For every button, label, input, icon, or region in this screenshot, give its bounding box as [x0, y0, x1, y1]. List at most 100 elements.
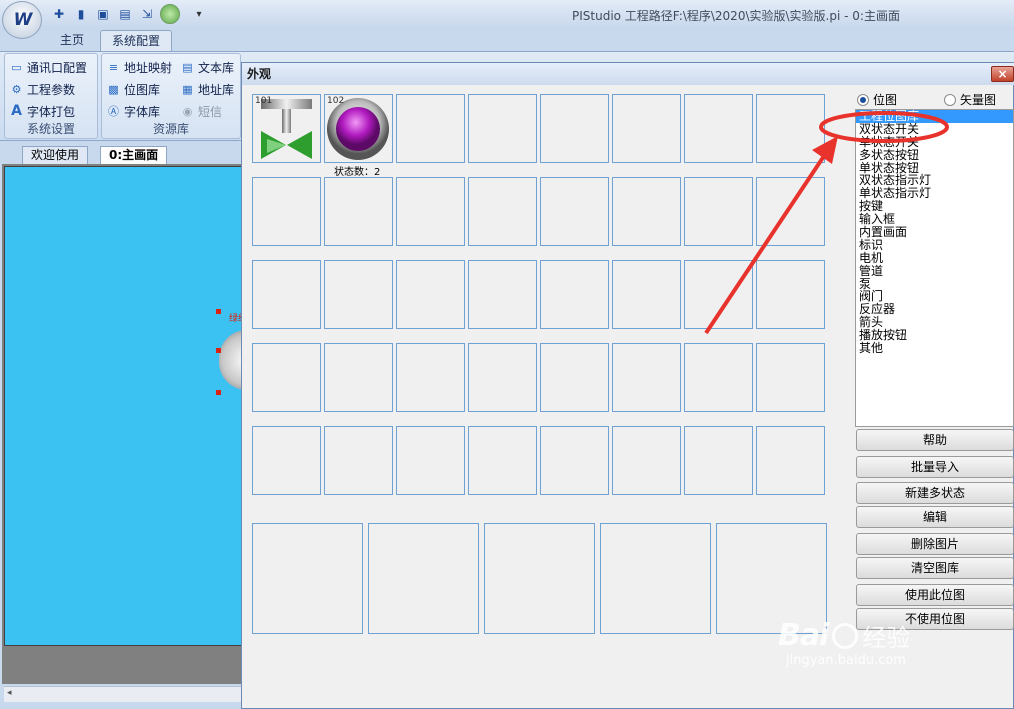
bitmap-cell[interactable] [396, 260, 465, 329]
bitmap-cell[interactable] [684, 177, 753, 246]
doc-tab-welcome[interactable]: 欢迎使用 [22, 146, 89, 164]
canvas-horizontal-scrollbar[interactable] [4, 686, 245, 702]
font-pack-button[interactable]: A 字体打包 [9, 101, 87, 121]
new-icon[interactable]: ✚ [50, 5, 68, 23]
bitmap-cell-large[interactable] [252, 523, 363, 634]
selection-handle[interactable] [216, 309, 221, 314]
bitmap-cell[interactable]: 101 [252, 94, 321, 163]
bitmap-cell[interactable] [468, 177, 537, 246]
open-icon[interactable]: ▮ [72, 5, 90, 23]
list-item[interactable]: 电机 [856, 252, 1013, 265]
clear-library-button[interactable]: 清空图库 [856, 557, 1014, 579]
bitmap-cell[interactable] [468, 343, 537, 412]
text-library-button[interactable]: ▤ 文本库 [180, 57, 234, 77]
bitmap-cell-large[interactable] [368, 523, 479, 634]
bitmap-cell[interactable] [396, 343, 465, 412]
design-canvas[interactable] [4, 166, 245, 646]
save-icon[interactable]: ▣ [94, 5, 112, 23]
selection-handle[interactable] [216, 390, 221, 395]
scroll-left-icon[interactable]: ◂ [7, 688, 12, 698]
bitmap-cell-large[interactable] [600, 523, 711, 634]
bitmap-cell[interactable] [396, 426, 465, 495]
bitmap-cell[interactable] [756, 426, 825, 495]
bitmap-cell[interactable] [540, 177, 609, 246]
bitmap-cell[interactable] [756, 177, 825, 246]
radio-bitmap[interactable]: 位图 [857, 91, 897, 108]
batch-import-button[interactable]: 批量导入 [856, 456, 1014, 478]
bitmap-cell-large[interactable] [484, 523, 595, 634]
bitmap-cell[interactable] [684, 94, 753, 163]
edit-button[interactable]: 编辑 [856, 506, 1014, 528]
address-map-icon: ≡ [108, 60, 119, 74]
font-library-button[interactable]: Ⓐ 字体库 [106, 101, 172, 121]
bitmap-cell[interactable] [540, 260, 609, 329]
bitmap-cell[interactable] [612, 260, 681, 329]
bitmap-cell[interactable] [684, 260, 753, 329]
list-item[interactable]: 内置画面 [856, 226, 1013, 239]
bitmap-cell[interactable] [324, 343, 393, 412]
list-item[interactable]: 管道 [856, 265, 1013, 278]
address-library-button[interactable]: ▦ 地址库 [180, 79, 234, 99]
bitmap-cell[interactable] [324, 426, 393, 495]
customize-toolbar-icon[interactable]: ▾ [190, 5, 208, 23]
bitmap-cell[interactable] [252, 260, 321, 329]
save-as-icon[interactable]: ▤ [116, 5, 134, 23]
help-button[interactable]: 帮助 [856, 429, 1014, 451]
bitmap-cell[interactable] [540, 94, 609, 163]
bitmap-cell[interactable] [468, 426, 537, 495]
bitmap-cell[interactable] [252, 343, 321, 412]
bitmap-cell[interactable] [540, 343, 609, 412]
tab-system-config[interactable]: 系统配置 [100, 30, 172, 52]
list-item[interactable]: 标识 [856, 239, 1013, 252]
project-params-button[interactable]: ⚙ 工程参数 [9, 79, 87, 99]
selection-handle[interactable] [216, 348, 221, 353]
doc-tab-main-screen[interactable]: 0:主画面 [100, 146, 168, 164]
bitmap-cell[interactable] [684, 426, 753, 495]
bitmap-cell[interactable] [396, 177, 465, 246]
baidu-watermark: Bai 经验 jingyan.baidu.com [778, 618, 910, 668]
bitmap-cell[interactable] [684, 343, 753, 412]
tab-home[interactable]: 主页 [44, 30, 100, 52]
new-multistate-button[interactable]: 新建多状态 [856, 482, 1014, 504]
bitmap-cell[interactable] [756, 343, 825, 412]
download-icon[interactable]: ⇲ [138, 5, 156, 23]
bitmap-cell[interactable] [612, 343, 681, 412]
bitmap-cell[interactable] [612, 94, 681, 163]
radio-dot [944, 93, 956, 106]
comm-port-config-button[interactable]: ▭ 通讯口配置 [9, 57, 87, 77]
radio-vector-label: 矢量图 [960, 93, 997, 107]
list-item[interactable]: 其他 [856, 342, 1013, 355]
bitmap-cell[interactable] [252, 177, 321, 246]
close-button[interactable]: × [991, 66, 1014, 82]
category-listbox[interactable]: 工程位图库 双状态开关 单状态开关 多状态按钮 单状态按钮 双状态指示灯 单状态… [855, 109, 1014, 427]
address-map-button[interactable]: ≡ 地址映射 [106, 57, 172, 77]
bitmap-cell[interactable] [324, 177, 393, 246]
list-item[interactable]: 双状态开关 [856, 123, 1013, 136]
bitmap-cell[interactable]: 102 [324, 94, 393, 163]
ribbon-group-system-label: 系统设置 [26, 122, 75, 136]
app-logo-button[interactable]: W [2, 1, 42, 39]
text-library-label: 文本库 [198, 60, 235, 75]
bitmap-cell-id: 102 [327, 96, 345, 106]
use-bitmap-button[interactable]: 使用此位图 [856, 584, 1014, 606]
bitmap-cell[interactable] [612, 426, 681, 495]
bitmap-cell[interactable] [468, 260, 537, 329]
list-item[interactable]: 单状态开关 [856, 136, 1013, 149]
bitmap-cell[interactable] [468, 94, 537, 163]
delete-image-button[interactable]: 删除图片 [856, 533, 1014, 555]
radio-vector[interactable]: 矢量图 [944, 91, 996, 108]
compile-icon[interactable] [160, 4, 180, 24]
sms-button[interactable]: ◉ 短信 [180, 101, 234, 121]
image-icon: ▩ [108, 82, 119, 96]
bitmap-library-button[interactable]: ▩ 位图库 [106, 79, 172, 99]
bitmap-cell[interactable] [396, 94, 465, 163]
bitmap-cell[interactable] [324, 260, 393, 329]
text-library-icon: ▤ [182, 60, 193, 74]
bitmap-cell[interactable] [252, 426, 321, 495]
list-item[interactable]: 工程位图库 [856, 110, 1013, 123]
bitmap-cell[interactable] [756, 94, 825, 163]
bitmap-cell[interactable] [612, 177, 681, 246]
bitmap-cell[interactable] [756, 260, 825, 329]
list-item[interactable]: 多状态按钮 [856, 149, 1013, 162]
bitmap-cell[interactable] [540, 426, 609, 495]
